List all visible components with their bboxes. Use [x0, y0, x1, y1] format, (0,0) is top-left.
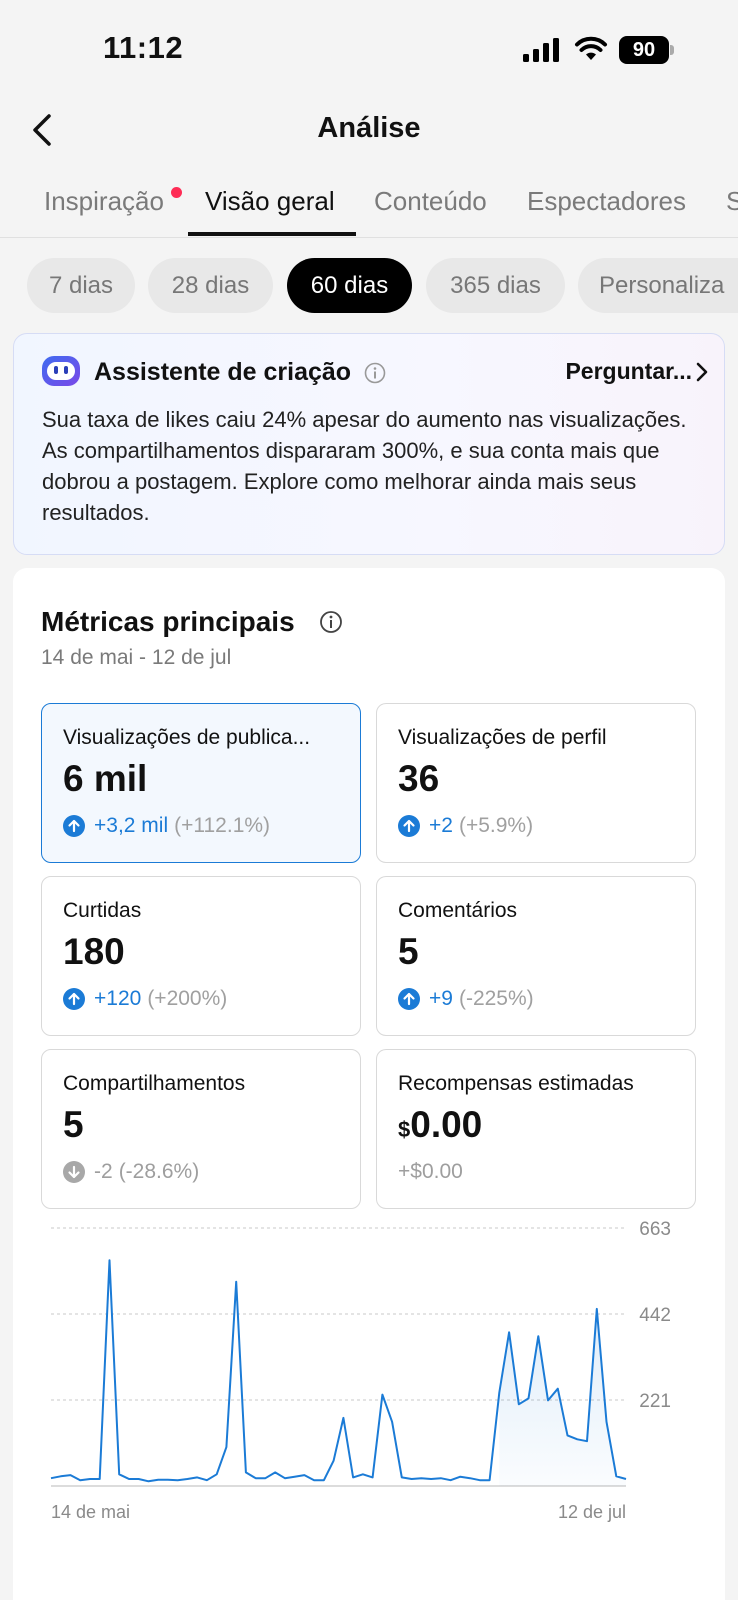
- metric-value: 6 mil: [63, 758, 148, 799]
- status-time: 11:12: [103, 30, 184, 65]
- assistant-logo-icon: [42, 356, 80, 386]
- tab-conteudo[interactable]: Conteúdo: [374, 186, 487, 217]
- active-tab-indicator: [188, 232, 356, 236]
- metric-delta: -2 (-28.6%): [63, 1160, 199, 1184]
- metric-tile-shares[interactable]: Compartilhamentos 5 -2 (-28.6%): [41, 1049, 361, 1209]
- date-range: 14 de mai - 12 de jul: [41, 646, 232, 669]
- creation-assistant-card[interactable]: Assistente de criação Perguntar... Sua t…: [13, 333, 725, 555]
- ask-assistant-link[interactable]: Perguntar...: [565, 358, 692, 385]
- arrow-up-circle-icon: [63, 815, 85, 837]
- metric-delta: +$0.00: [398, 1160, 463, 1183]
- metric-label: Visualizações de perfil: [398, 726, 607, 749]
- metric-label: Recompensas estimadas: [398, 1072, 634, 1095]
- metric-chart[interactable]: 663 442 221 14 de mai 12 de jul: [13, 1218, 725, 1528]
- metric-label: Comentários: [398, 899, 518, 922]
- tab-visao-geral[interactable]: Visão geral: [205, 186, 335, 217]
- arrow-down-circle-icon: [63, 1161, 85, 1183]
- chip-365-dias[interactable]: 365 dias: [426, 258, 565, 313]
- metric-delta: +120 (+200%): [63, 987, 227, 1011]
- metric-value: 5: [63, 1104, 84, 1145]
- metric-tile-estimated-rewards[interactable]: Recompensas estimadas $0.00 +$0.00: [376, 1049, 696, 1209]
- metric-label: Compartilhamentos: [63, 1072, 246, 1095]
- chevron-right-icon: [696, 362, 708, 382]
- key-metrics-card: Métricas principais 14 de mai - 12 de ju…: [13, 568, 725, 1600]
- metric-label: Curtidas: [63, 899, 142, 922]
- metric-delta: +2 (+5.9%): [398, 814, 533, 838]
- metric-value: 180: [63, 931, 125, 972]
- y-tick-label: 663: [639, 1219, 671, 1240]
- battery-icon: 90: [619, 36, 675, 64]
- metric-value: $0.00: [398, 1104, 483, 1145]
- metric-delta: +9 (-225%): [398, 987, 534, 1011]
- metric-value: 36: [398, 758, 440, 799]
- info-icon[interactable]: [319, 610, 343, 634]
- chip-28-dias[interactable]: 28 dias: [148, 258, 273, 313]
- metric-tile-post-views[interactable]: Visualizações de publica... 6 mil +3,2 m…: [41, 703, 361, 863]
- chip-personalizado[interactable]: Personaliza: [578, 258, 738, 313]
- cellular-signal-icon: [523, 38, 559, 62]
- y-tick-label: 221: [639, 1391, 671, 1412]
- metric-value: 5: [398, 931, 419, 972]
- status-bar: 11:12 90: [0, 0, 738, 100]
- currency-symbol: $: [398, 1117, 411, 1142]
- page-title: Análise: [317, 112, 421, 144]
- assistant-message: Sua taxa de likes caiu 24% apesar do aum…: [42, 407, 687, 525]
- metric-tile-profile-views[interactable]: Visualizações de perfil 36 +2 (+5.9%): [376, 703, 696, 863]
- metric-delta: +3,2 mil (+112.1%): [63, 814, 270, 838]
- arrow-up-circle-icon: [63, 988, 85, 1010]
- info-icon[interactable]: [364, 362, 386, 384]
- metric-tile-comments[interactable]: Comentários 5 +9 (-225%): [376, 876, 696, 1036]
- arrow-up-circle-icon: [398, 988, 420, 1010]
- period-selector: 7 dias 28 dias 60 dias 365 dias Personal…: [0, 258, 738, 314]
- arrow-up-circle-icon: [398, 815, 420, 837]
- tab-overflow[interactable]: S: [726, 186, 738, 217]
- line-chart: 663 442 221 14 de mai 12 de jul: [50, 1219, 671, 1522]
- battery-level: 90: [619, 36, 669, 64]
- nav-bar: Análise: [0, 100, 738, 160]
- assistant-title: Assistente de criação: [94, 358, 352, 386]
- analytics-tabs: Inspiração Visão geral Conteúdo Espectad…: [0, 178, 738, 238]
- tab-espectadores[interactable]: Espectadores: [527, 186, 686, 217]
- y-tick-label: 442: [639, 1305, 671, 1326]
- chip-7-dias[interactable]: 7 dias: [27, 258, 135, 313]
- metric-tile-likes[interactable]: Curtidas 180 +120 (+200%): [41, 876, 361, 1036]
- wifi-icon: [575, 36, 607, 60]
- x-tick-label: 14 de mai: [51, 1502, 130, 1522]
- metrics-title: Métricas principais: [41, 606, 295, 637]
- tab-inspiracao[interactable]: Inspiração: [44, 186, 164, 217]
- notification-dot: [171, 187, 182, 198]
- metric-label: Visualizações de publica...: [63, 726, 311, 749]
- chip-60-dias[interactable]: 60 dias: [287, 258, 412, 313]
- x-tick-label: 12 de jul: [558, 1502, 626, 1522]
